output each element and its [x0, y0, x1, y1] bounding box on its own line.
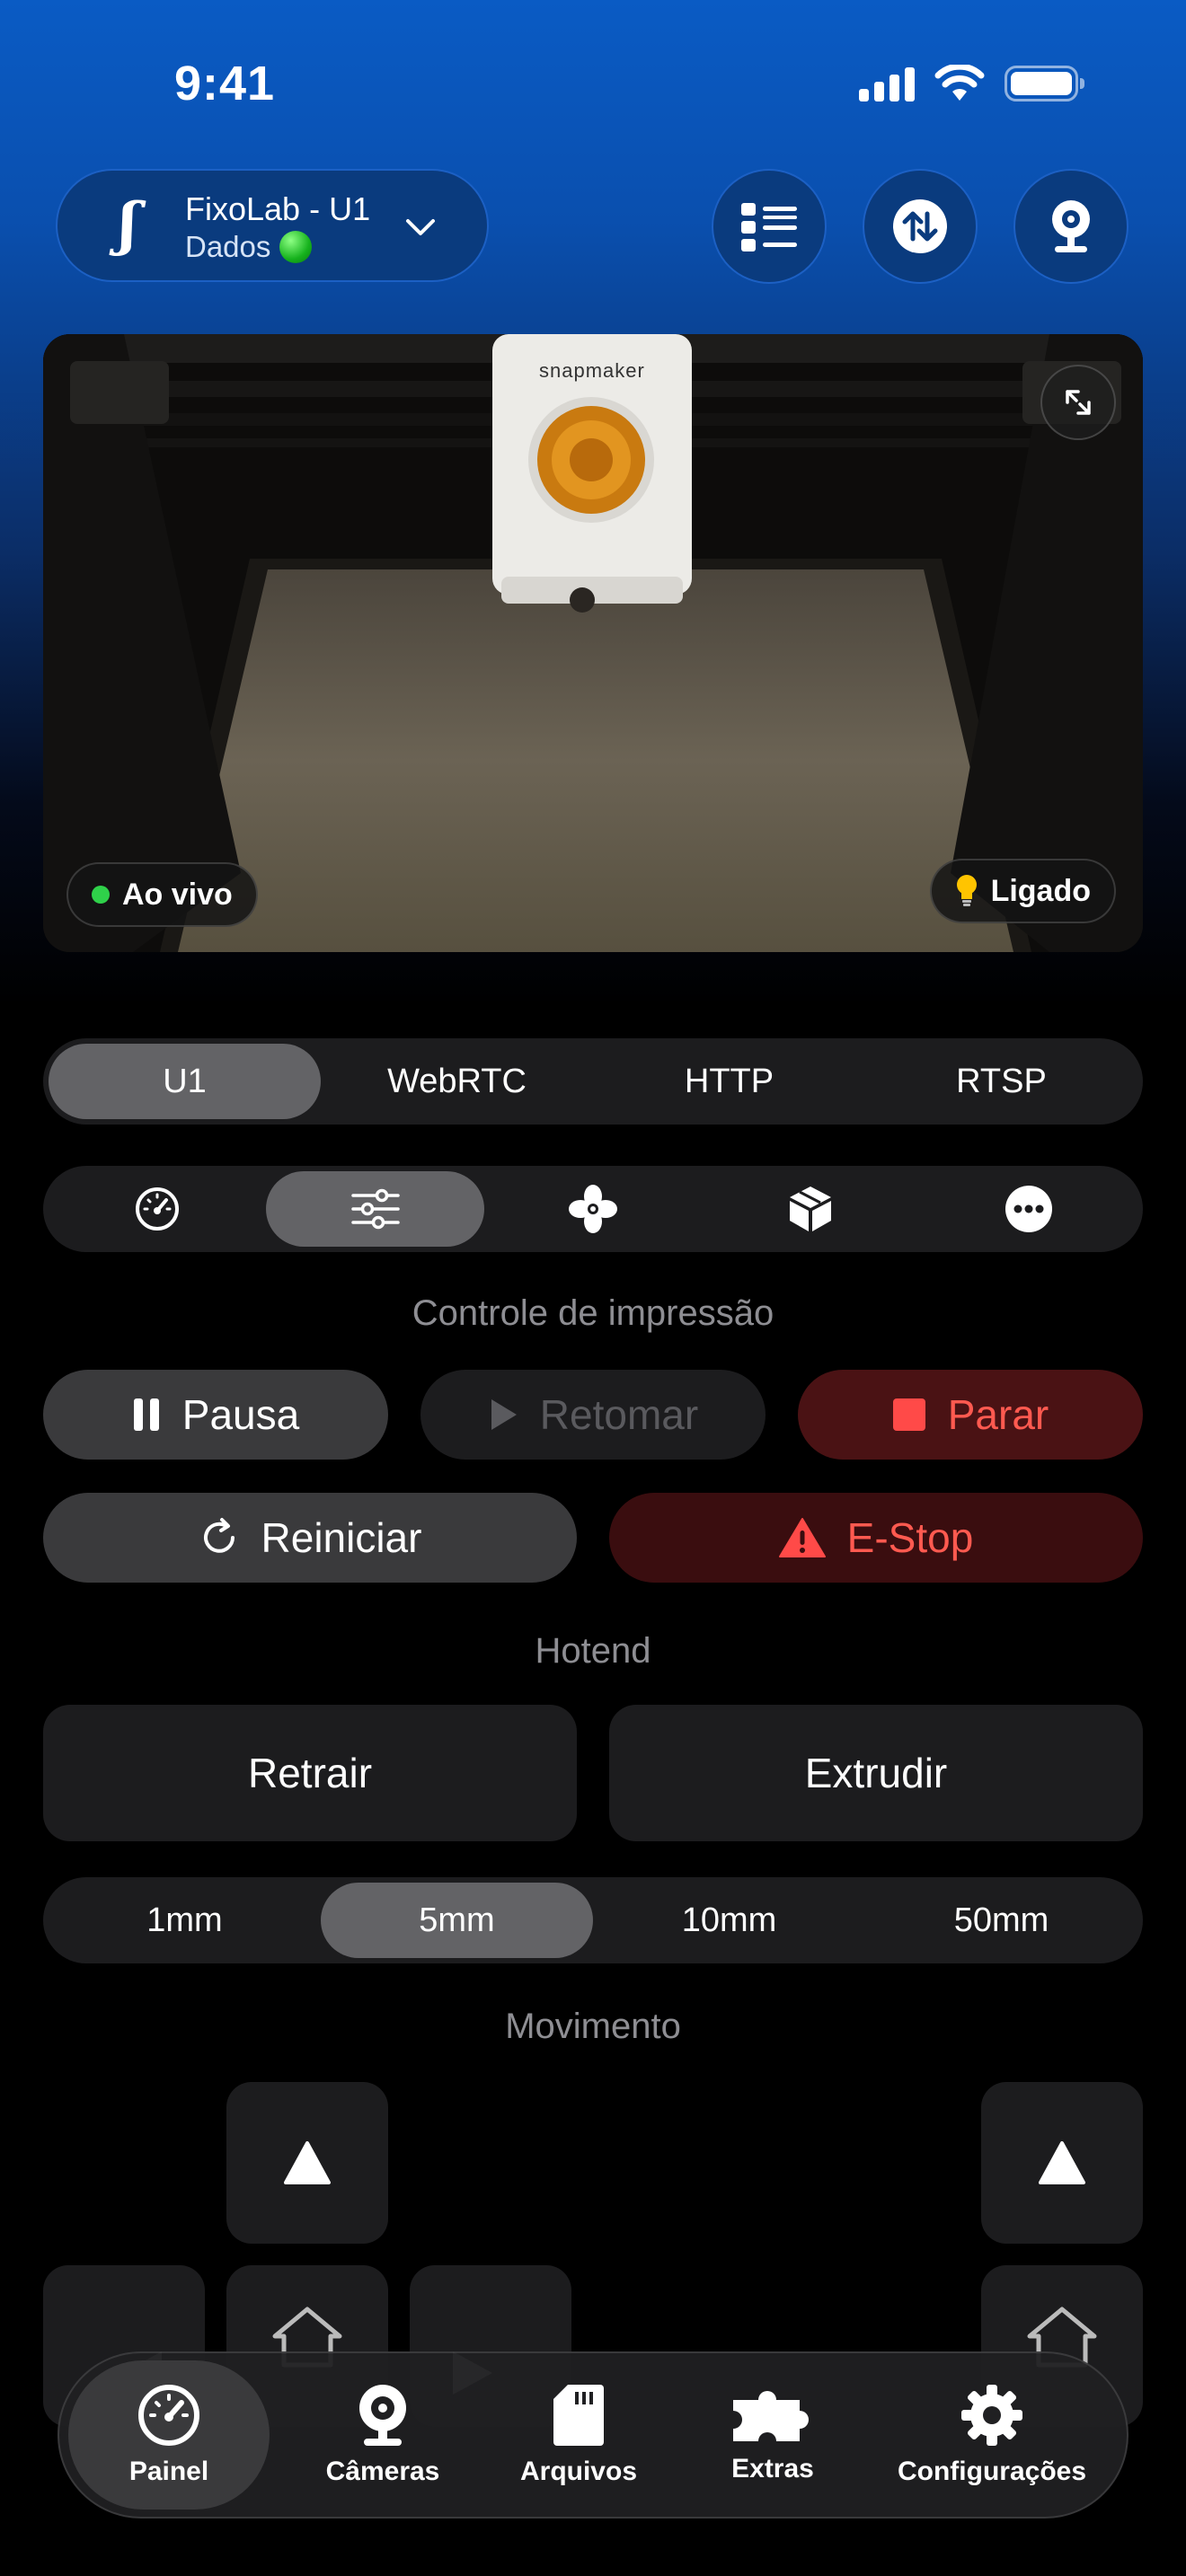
wifi-icon [934, 65, 985, 101]
play-icon [491, 1399, 517, 1430]
stop-label: Parar [947, 1391, 1049, 1438]
list-icon [741, 203, 797, 251]
restart-button[interactable]: Reiniciar [43, 1493, 577, 1583]
sliders-icon [350, 1188, 400, 1230]
live-label: Ao vivo [122, 877, 233, 912]
tab-painel[interactable]: Painel [68, 2360, 270, 2510]
retract-button[interactable]: Retrair [43, 1705, 577, 1841]
panel-tab-more[interactable] [920, 1171, 1137, 1247]
resume-label: Retomar [539, 1391, 699, 1438]
warning-triangle-icon [778, 1518, 826, 1557]
tab-arquivos[interactable]: Arquivos [489, 2360, 668, 2510]
triangle-up-icon [1039, 2141, 1085, 2184]
stop-button[interactable]: Parar [798, 1370, 1143, 1460]
printer-logo-icon: ʃ [119, 190, 138, 258]
tab-extras[interactable]: Extras [683, 2360, 863, 2510]
sd-card-icon [553, 2385, 604, 2446]
live-dot-icon [92, 886, 110, 904]
tab-cameras-label: Câmeras [325, 2457, 440, 2486]
printer-selector[interactable]: ʃ FixoLab - U1 Dados [56, 169, 489, 282]
distance-segmented-control: 1mm 5mm 10mm 50mm [43, 1877, 1143, 1963]
panel-tab-controls[interactable] [266, 1171, 484, 1247]
gauge-icon [138, 2385, 199, 2446]
stream-tab-rtsp[interactable]: RTSP [865, 1044, 1137, 1119]
fullscreen-button[interactable] [1040, 365, 1116, 440]
stop-icon [892, 1398, 925, 1431]
printer-status: Dados [185, 230, 313, 264]
webcam-icon [359, 2385, 406, 2446]
stream-tab-u1[interactable]: U1 [49, 1044, 321, 1119]
panel-tab-filament[interactable] [702, 1171, 919, 1247]
hotend-title: Hotend [535, 1631, 651, 1671]
pause-label: Pausa [181, 1391, 300, 1438]
cube-icon [790, 1187, 832, 1231]
pause-button[interactable]: Pausa [43, 1370, 388, 1460]
webcam-button[interactable] [1013, 169, 1128, 284]
arrows-up-down-icon [893, 199, 947, 253]
list-view-button[interactable] [712, 169, 827, 284]
transfer-button[interactable] [863, 169, 978, 284]
expand-icon [1066, 390, 1091, 415]
panel-segmented-control [43, 1166, 1143, 1252]
distance-1mm[interactable]: 1mm [49, 1883, 321, 1958]
camera-brand-text: snapmaker [539, 359, 645, 382]
jog-z-up-button[interactable] [981, 2082, 1143, 2244]
tab-cameras[interactable]: Câmeras [293, 2360, 473, 2510]
lightbulb-icon [956, 875, 977, 906]
more-icon [1005, 1186, 1052, 1232]
chevron-down-icon [406, 219, 435, 235]
webcam-icon [1052, 200, 1090, 252]
printer-name: FixoLab - U1 [185, 190, 371, 227]
estop-label: E-Stop [846, 1514, 974, 1561]
distance-50mm[interactable]: 50mm [865, 1883, 1137, 1958]
puzzle-icon [733, 2391, 809, 2441]
printer-status-label: Dados [185, 230, 271, 263]
speedometer-icon [136, 1187, 180, 1231]
panel-tab-dashboard[interactable] [49, 1171, 266, 1247]
fan-icon [569, 1185, 618, 1233]
resume-button[interactable]: Retomar [420, 1370, 766, 1460]
stream-tab-http[interactable]: HTTP [593, 1044, 865, 1119]
pause-icon [133, 1398, 159, 1431]
bottom-tab-bar: Painel Câmeras Arquivos Extras Configura… [58, 2351, 1128, 2519]
live-badge: Ao vivo [66, 862, 258, 927]
tab-configuracoes[interactable]: Configurações [877, 2360, 1107, 2510]
jog-y-plus-button[interactable] [226, 2082, 388, 2244]
light-toggle[interactable]: Ligado [929, 859, 1116, 923]
battery-icon [1005, 66, 1084, 101]
restart-icon [203, 1518, 235, 1553]
status-icons [859, 65, 1084, 102]
tab-extras-label: Extras [731, 2454, 814, 2483]
tab-arquivos-label: Arquivos [519, 2457, 638, 2486]
movement-title: Movimento [505, 2007, 681, 2046]
restart-label: Reiniciar [261, 1514, 422, 1561]
print-control-title: Controle de impressão [412, 1293, 774, 1333]
triangle-up-icon [284, 2141, 331, 2184]
stream-tab-webrtc[interactable]: WebRTC [321, 1044, 593, 1119]
panel-tab-fans[interactable] [484, 1171, 702, 1247]
distance-10mm[interactable]: 10mm [593, 1883, 865, 1958]
cellular-signal-icon [859, 66, 915, 101]
estop-button[interactable]: E-Stop [609, 1493, 1143, 1583]
status-time: 9:41 [174, 57, 276, 110]
status-green-dot-icon [279, 231, 313, 263]
tab-configuracoes-label: Configurações [897, 2457, 1087, 2486]
stream-segmented-control: U1 WebRTC HTTP RTSP [43, 1038, 1143, 1125]
light-label: Ligado [990, 873, 1091, 908]
gear-icon [961, 2385, 1022, 2446]
extrude-button[interactable]: Extrudir [609, 1705, 1143, 1841]
distance-5mm[interactable]: 5mm [321, 1883, 593, 1958]
camera-feed[interactable]: snapmaker Ao vivo Ligado [43, 334, 1143, 952]
tab-painel-label: Painel [128, 2457, 209, 2486]
